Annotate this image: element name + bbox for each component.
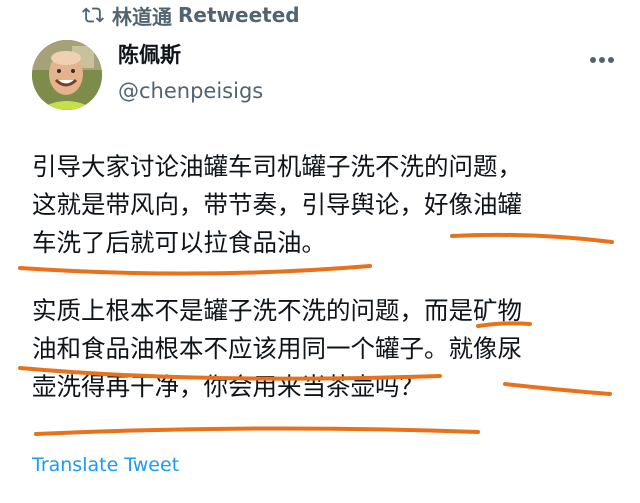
tweet-paragraph-2: 实质上根本不是罐子洗不洗的问题，而是矿物 油和食品油根本不应该用同一个罐子。就像… bbox=[32, 292, 617, 406]
retweeter-name[interactable]: 林道通 bbox=[112, 1, 172, 30]
retweeted-label: Retweeted bbox=[178, 3, 300, 27]
avatar-image bbox=[32, 40, 102, 110]
author-display-name[interactable]: 陈佩斯 bbox=[118, 40, 263, 70]
more-options-icon bbox=[590, 57, 614, 63]
retweet-icon bbox=[82, 7, 104, 23]
avatar[interactable] bbox=[32, 40, 102, 110]
retweet-header: 林道通 Retweeted bbox=[82, 1, 300, 30]
tweet-text: 引导大家讨论油罐车司机罐子洗不洗的问题， 这就是带风向，带节奏，引导舆论，好像油… bbox=[32, 148, 617, 406]
tweet-line: 引导大家讨论油罐车司机罐子洗不洗的问题， bbox=[32, 152, 522, 181]
author-handle[interactable]: @chenpeisigs bbox=[118, 76, 263, 106]
underline-stroke bbox=[34, 426, 480, 436]
tweet-line: 这就是带风向，带节奏，引导舆论，好像油罐 bbox=[32, 190, 522, 219]
tweet-line: 壶洗得再干净，你会用来当茶壶吗？ bbox=[32, 372, 424, 401]
tweet-line: 实质上根本不是罐子洗不洗的问题，而是矿物 bbox=[32, 296, 522, 325]
tweet-paragraph-1: 引导大家讨论油罐车司机罐子洗不洗的问题， 这就是带风向，带节奏，引导舆论，好像油… bbox=[32, 148, 617, 262]
author-block: 陈佩斯 @chenpeisigs bbox=[118, 40, 263, 106]
tweet-line: 车洗了后就可以拉食品油。 bbox=[32, 228, 326, 257]
more-options-button[interactable] bbox=[582, 46, 622, 74]
tweet-line: 油和食品油根本不应该用同一个罐子。就像尿 bbox=[32, 334, 522, 363]
translate-tweet-link[interactable]: Translate Tweet bbox=[32, 454, 179, 476]
